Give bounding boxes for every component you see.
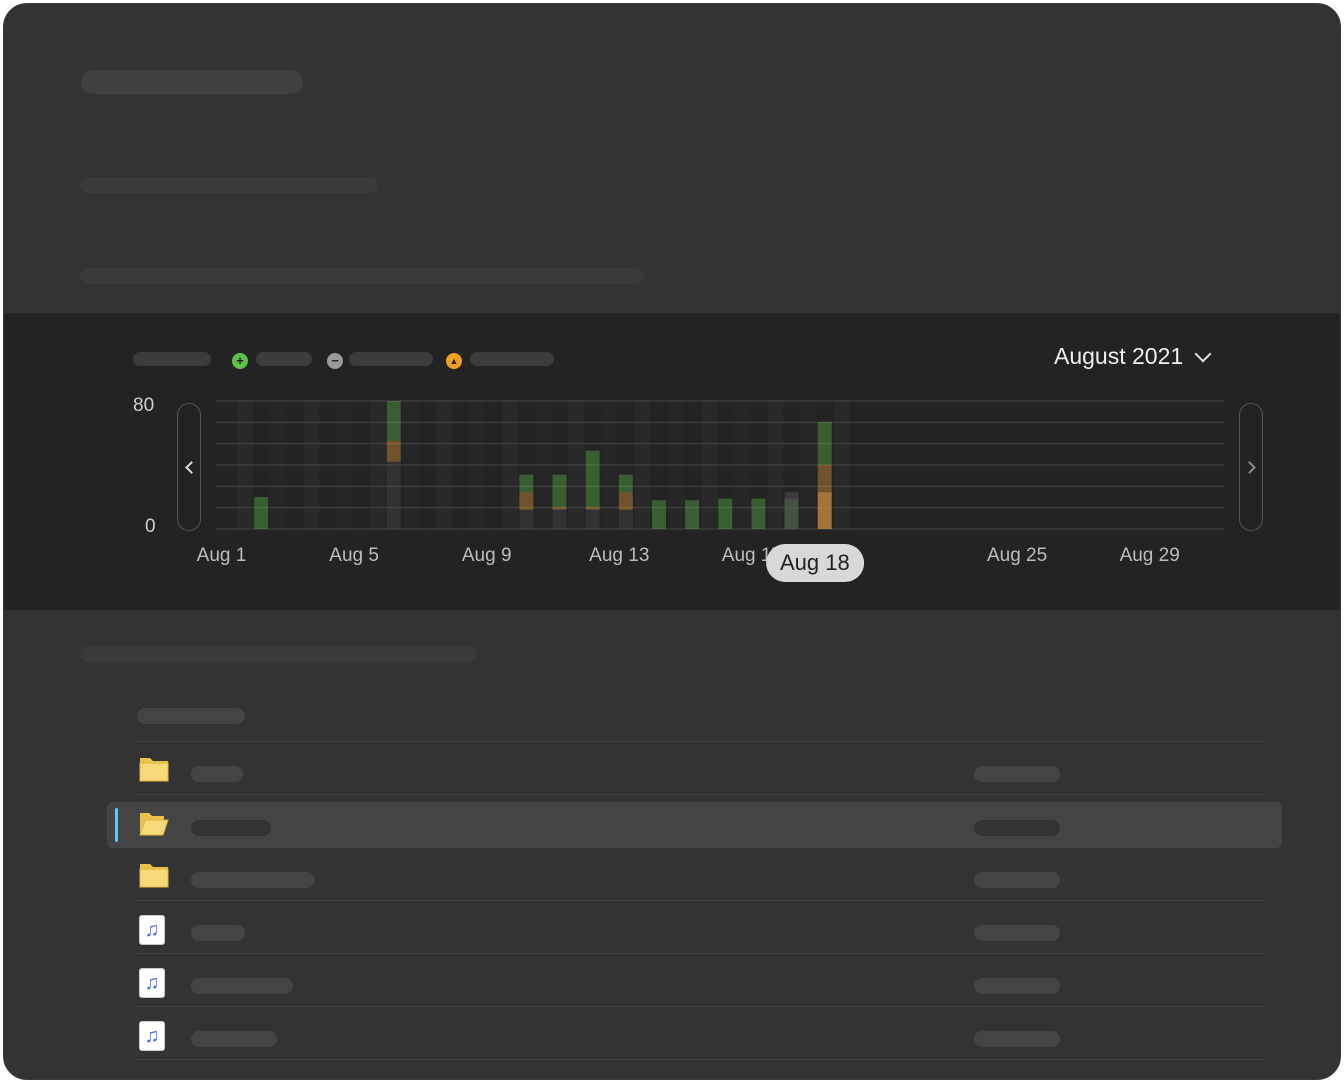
bar-segment: [552, 509, 567, 529]
description-placeholder: [80, 268, 644, 284]
file-name-placeholder: [191, 978, 293, 994]
bar-segment: [386, 461, 401, 529]
file-size-placeholder: [974, 978, 1060, 994]
file-size-placeholder: [974, 925, 1060, 941]
file-name-placeholder: [191, 872, 315, 888]
bar-segment: [552, 506, 567, 510]
file-row[interactable]: [134, 742, 1264, 795]
file-row[interactable]: ♫: [134, 1007, 1264, 1060]
file-size-placeholder: [974, 766, 1060, 782]
file-name-placeholder: [191, 820, 271, 836]
file-name-placeholder: [191, 1031, 277, 1047]
activity-chart-panel: + − ▲ August 2021 80 0 Aug 1 Aug 5 Aug 9 Au…: [4, 313, 1340, 610]
file-size-placeholder: [974, 872, 1060, 888]
music-file-icon: ♫: [139, 968, 165, 998]
app-window: + − ▲ August 2021 80 0 Aug 1 Aug 5 Aug 9 Au…: [3, 3, 1341, 1080]
music-file-icon: ♫: [139, 1021, 165, 1051]
bar-segment: [585, 509, 600, 529]
folder-icon: [139, 758, 169, 782]
selected-date-pill[interactable]: Aug 18: [766, 544, 864, 582]
music-file-icon: ♫: [139, 915, 165, 945]
bar-segment: [386, 401, 401, 441]
bar-segment: [585, 506, 600, 510]
bar-segment: [817, 492, 832, 529]
bar-segment: [386, 441, 401, 462]
bar-segment: [618, 474, 633, 493]
bar-segment: [751, 498, 766, 529]
x-tick-label: Aug 5: [329, 545, 379, 566]
section-title-placeholder: [80, 646, 476, 662]
page-title-placeholder: [81, 70, 303, 94]
file-row[interactable]: ♫: [134, 954, 1264, 1007]
file-size-placeholder: [974, 820, 1060, 836]
file-row[interactable]: ♫: [134, 901, 1264, 954]
file-name-placeholder: [191, 766, 243, 782]
bar-segment: [552, 474, 567, 507]
bar-segment: [651, 500, 666, 529]
bar-segment: [254, 497, 269, 529]
bar-segment: [618, 492, 633, 510]
subtitle-placeholder: [80, 177, 378, 193]
bar-segment: [618, 509, 633, 529]
bar-segment: [519, 509, 534, 529]
bar-segment: [718, 498, 733, 529]
x-tick-label: Aug 13: [589, 545, 650, 566]
bar-segment: [519, 474, 534, 493]
bar-segment: [817, 421, 832, 465]
bar-segment: [817, 465, 832, 493]
x-tick-label: Aug 29: [1119, 545, 1180, 566]
selection-indicator: [115, 808, 118, 842]
bar-segment: [784, 492, 799, 529]
file-row[interactable]: [107, 802, 1282, 848]
folder-icon: [139, 864, 169, 888]
bar-segment: [519, 492, 534, 510]
bar-segment: [685, 500, 700, 529]
file-size-placeholder: [974, 1031, 1060, 1047]
file-name-placeholder: [191, 925, 245, 941]
file-row[interactable]: [134, 848, 1264, 901]
x-tick-label: Aug 25: [986, 545, 1048, 566]
x-tick-label: Aug 1: [196, 545, 247, 566]
folder-open-icon: [139, 813, 169, 836]
x-tick-label: Aug 9: [461, 545, 512, 566]
column-header-placeholder: [137, 708, 245, 724]
bar-segment: [585, 450, 600, 507]
